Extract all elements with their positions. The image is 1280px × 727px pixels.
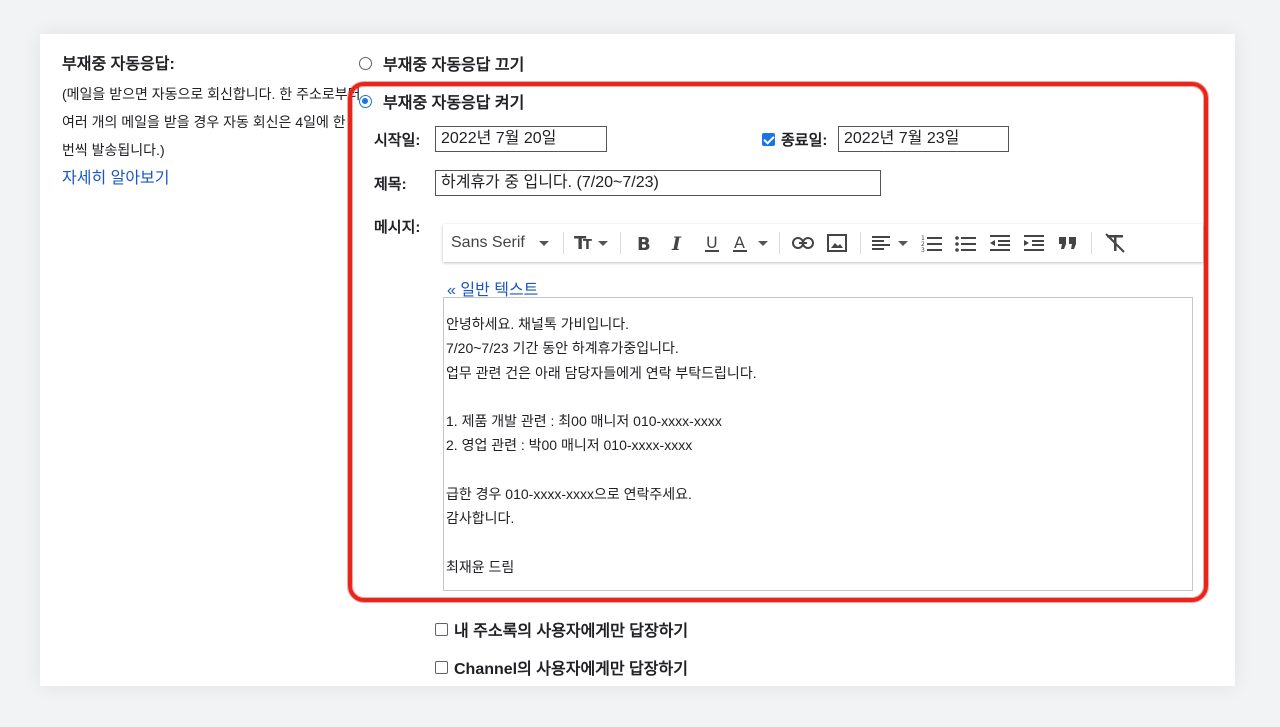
underline-icon[interactable]: U [695, 224, 729, 262]
svg-text:U: U [706, 233, 718, 252]
message-line: 업무 관련 건은 아래 담당자들에게 연락 부탁드립니다. [446, 364, 757, 381]
message-line: 최재윤 드림 [446, 558, 515, 575]
end-date-input[interactable]: 2022년 7월 23일 [838, 126, 1009, 152]
svg-text:A: A [734, 233, 745, 252]
end-date-label: 종료일: [781, 132, 828, 149]
message-line: 2. 영업 관련 : 박00 매니저 010-xxxx-xxxx [446, 437, 693, 454]
message-label: 메시지: [374, 219, 421, 236]
font-family-select[interactable]: Sans Serif [443, 224, 557, 262]
indent-more-icon[interactable] [1017, 224, 1051, 262]
message-body-editor[interactable]: 안녕하세요. 채널톡 가비입니다. 7/20~7/23 기간 동안 하계휴가중입니… [443, 297, 1193, 591]
responder-off-label: 부재중 자동응답 끄기 [383, 57, 525, 74]
image-icon[interactable] [820, 224, 854, 262]
svg-text:I: I [671, 233, 682, 253]
message-line: 1. 제품 개발 관련 : 최00 매니저 010-xxxx-xxxx [446, 413, 722, 430]
contacts-only-checkbox[interactable] [435, 622, 448, 636]
domain-only-option[interactable]: Channel의 사용자에게만 답장하기 [435, 655, 688, 679]
subject-input[interactable]: 하계휴가 중 입니다. (7/20~7/23) [435, 170, 881, 196]
domain-only-label: Channel의 사용자에게만 답장하기 [454, 661, 688, 678]
font-family-value: Sans Serif [451, 234, 525, 251]
message-line [446, 458, 1190, 482]
domain-only-checkbox[interactable] [435, 660, 448, 674]
bulleted-list-icon[interactable] [949, 224, 983, 262]
section-title: 부재중 자동응답: [62, 56, 175, 73]
responder-on-option[interactable]: 부재중 자동응답 켜기 [359, 89, 524, 113]
text-color-icon[interactable]: A [729, 224, 773, 262]
svg-text:3: 3 [921, 247, 925, 252]
section-description: (메일을 받으면 자동으로 회신합니다. 한 주소로부터 여러 개의 메일을 받… [62, 86, 361, 158]
start-date-input[interactable]: 2022년 7월 20일 [435, 126, 607, 152]
responder-on-radio[interactable] [359, 94, 372, 108]
svg-text:T: T [583, 238, 592, 253]
contacts-only-option[interactable]: 내 주소록의 사용자에게만 답장하기 [435, 617, 688, 641]
end-date-checkbox[interactable] [762, 133, 775, 146]
message-line: 7/20~7/23 기간 동안 하계휴가중입니다. [446, 340, 679, 357]
svg-text:B: B [637, 234, 651, 253]
link-icon[interactable] [786, 224, 820, 262]
italic-icon[interactable]: I [661, 224, 695, 262]
message-line [446, 385, 1190, 409]
responder-on-label: 부재중 자동응답 켜기 [383, 95, 525, 112]
message-line [446, 531, 1190, 555]
indent-less-icon[interactable] [983, 224, 1017, 262]
learn-more-link[interactable]: 자세히 알아보기 [62, 164, 170, 188]
quote-icon[interactable] [1051, 224, 1085, 262]
formatting-toolbar: Sans Serif TT B I U A 123 [443, 224, 1203, 262]
start-date-label: 시작일: [374, 132, 421, 149]
vacation-responder-section: 부재중 자동응답: (메일을 받으면 자동으로 회신합니다. 한 주소로부터 여… [62, 48, 362, 188]
contacts-only-label: 내 주소록의 사용자에게만 답장하기 [454, 623, 689, 640]
remove-formatting-icon[interactable] [1098, 224, 1132, 262]
align-icon[interactable] [867, 224, 915, 262]
subject-label: 제목: [374, 176, 407, 193]
message-line: 급한 경우 010-xxxx-xxxx으로 연락주세요. [446, 486, 692, 503]
end-date-option[interactable]: 종료일: [762, 129, 827, 150]
responder-off-radio[interactable] [359, 56, 372, 70]
bold-icon[interactable]: B [627, 224, 661, 262]
numbered-list-icon[interactable]: 123 [915, 224, 949, 262]
font-size-icon[interactable]: TT [570, 224, 614, 262]
message-line: 감사합니다. [446, 510, 515, 527]
message-line: 안녕하세요. 채널톡 가비입니다. [446, 316, 629, 332]
responder-off-option[interactable]: 부재중 자동응답 끄기 [359, 51, 524, 75]
